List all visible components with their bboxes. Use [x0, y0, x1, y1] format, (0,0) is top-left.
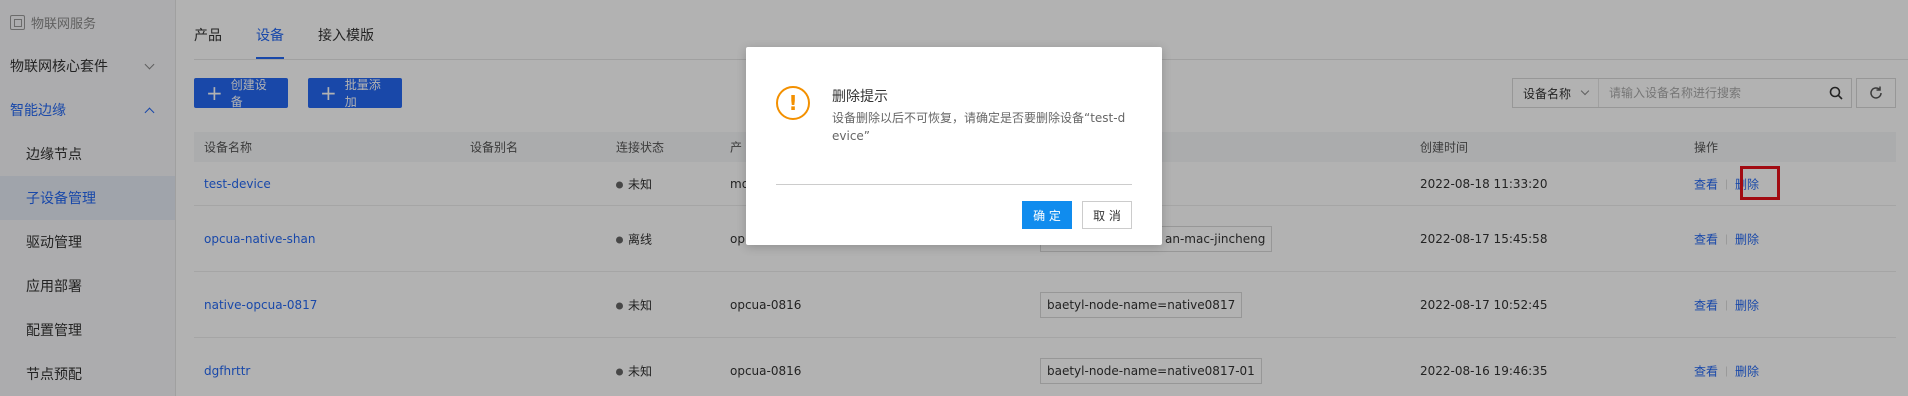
cancel-button[interactable]: 取 消: [1082, 201, 1132, 229]
dialog-message: 设备删除以后不可恢复，请确定是否要删除设备“test-device”: [832, 111, 1126, 143]
confirm-button[interactable]: 确 定: [1022, 201, 1072, 229]
dialog-divider: [776, 184, 1132, 185]
dialog-title: 删除提示: [832, 89, 888, 105]
warning-icon: !: [776, 86, 810, 120]
delete-confirm-dialog: ! 删除提示 设备删除以后不可恢复，请确定是否要删除设备“test-device…: [746, 47, 1162, 245]
